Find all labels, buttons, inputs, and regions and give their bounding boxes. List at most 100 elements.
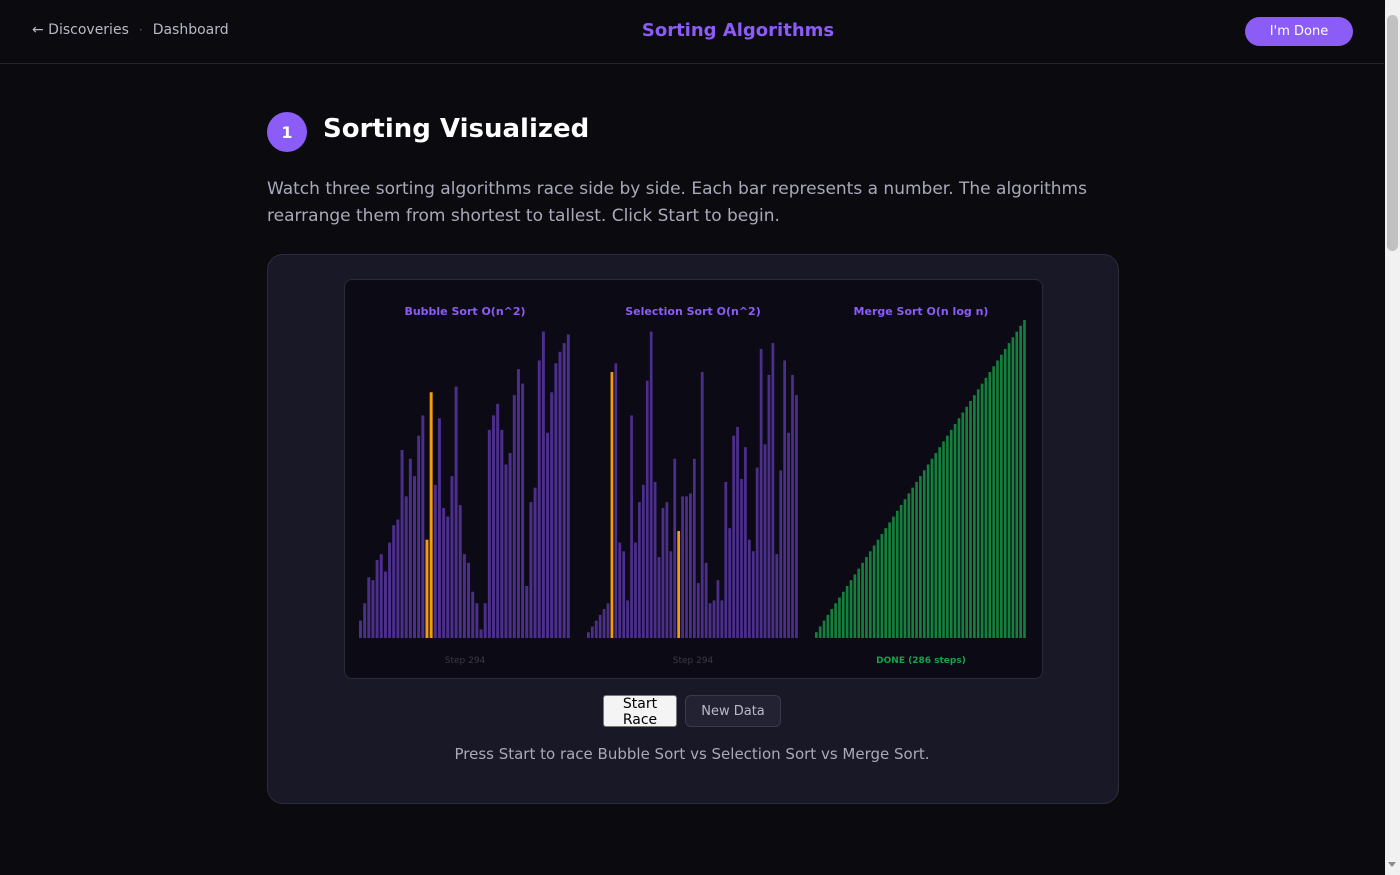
- merge-sort-bar: [826, 614, 830, 638]
- bubble-sort-bar: [529, 502, 533, 638]
- merge-sort-bar: [1023, 320, 1026, 638]
- merge-sort-bar: [980, 383, 984, 638]
- merge-sort-step-counter: DONE (286 steps): [876, 656, 966, 666]
- selection-sort-bar: [598, 614, 602, 638]
- selection-sort-bar: [720, 600, 724, 638]
- merge-sort-panel: Merge Sort O(n log n) DONE (286 steps): [815, 305, 1026, 666]
- selection-sort-bar: [783, 360, 787, 638]
- merge-sort-bar: [841, 591, 845, 638]
- bubble-sort-bar: [433, 484, 437, 638]
- bubble-sort-bar: [562, 343, 566, 638]
- merge-sort-bar: [926, 464, 930, 638]
- selection-sort-bar: [649, 331, 653, 638]
- selection-sort-bar: [614, 363, 618, 638]
- new-data-button[interactable]: New Data: [685, 695, 781, 727]
- selection-sort-bar: [747, 539, 751, 638]
- merge-sort-bar: [961, 412, 965, 638]
- merge-sort-bar: [911, 487, 915, 638]
- section-intro: Watch three sorting algorithms race side…: [267, 179, 1087, 226]
- merge-sort-bar: [865, 557, 868, 638]
- page-scrollbar[interactable]: [1385, 0, 1400, 875]
- selection-sort-bar: [716, 580, 720, 638]
- bubble-sort-bar: [413, 476, 416, 638]
- bubble-sort-bar: [367, 577, 371, 638]
- scroll-down-arrow-icon[interactable]: [1388, 862, 1396, 867]
- bubble-sort-bar: [558, 351, 562, 638]
- selection-sort-bar: [602, 609, 606, 638]
- merge-sort-bar: [861, 562, 864, 638]
- merge-sort-bar: [880, 533, 884, 638]
- bubble-sort-bar: [442, 507, 446, 638]
- bubble-sort-bar: [458, 505, 462, 638]
- merge-sort-bar: [969, 400, 972, 638]
- top-bar: ← Discoveries · Dashboard Sorting Algori…: [0, 0, 1384, 64]
- selection-sort-bar: [724, 481, 728, 638]
- selection-sort-step-counter: Step 294: [673, 656, 714, 666]
- selection-sort-bar: [740, 479, 743, 638]
- merge-sort-bar: [1000, 354, 1003, 638]
- bubble-sort-bar: [379, 554, 383, 638]
- selection-sort-bar: [700, 372, 704, 638]
- bubble-sort-bar: [500, 429, 504, 638]
- merge-sort-bar: [946, 435, 949, 638]
- selection-sort-panel: Selection Sort O(n^2) Step 294: [587, 305, 798, 666]
- selection-sort-bar: [712, 600, 716, 638]
- dashboard-link[interactable]: Dashboard: [153, 22, 229, 38]
- bubble-sort-bar: [363, 603, 367, 638]
- bubble-sort-bar: [479, 629, 483, 638]
- selection-sort-bar: [693, 458, 696, 638]
- merge-sort-bar: [853, 574, 857, 638]
- bubble-sort-bar: [516, 369, 520, 638]
- bubble-sort-bar: [408, 458, 412, 638]
- selection-sort-bar: [704, 562, 708, 638]
- merge-sort-bar: [934, 452, 938, 638]
- selection-sort-bar: [661, 507, 665, 638]
- merge-sort-bar: [930, 458, 934, 638]
- selection-sort-bar: [728, 528, 732, 638]
- selection-sort-bar: [751, 551, 755, 638]
- merge-sort-bar: [1019, 325, 1022, 638]
- selection-sort-bar: [657, 557, 661, 638]
- merge-sort-bar: [1007, 343, 1011, 638]
- merge-sort-bar: [876, 539, 880, 638]
- section-title: Sorting Visualized: [323, 114, 590, 144]
- selection-sort-bar: [653, 481, 657, 638]
- bubble-sort-bar: [504, 464, 508, 638]
- merge-sort-bar: [857, 568, 861, 638]
- status-message: Press Start to race Bubble Sort vs Selec…: [454, 745, 930, 763]
- scrollbar-thumb[interactable]: [1387, 15, 1398, 251]
- merge-sort-bar: [992, 366, 995, 638]
- bubble-sort-bar: [392, 525, 396, 638]
- selection-sort-bar: [606, 603, 610, 638]
- bubble-sort-bar: [371, 580, 375, 638]
- im-done-button[interactable]: I'm Done: [1245, 17, 1353, 46]
- selection-sort-bar: [744, 447, 747, 638]
- bubble-sort-bar: [375, 559, 379, 638]
- merge-sort-bar: [903, 499, 907, 638]
- bubble-sort-bar: [554, 363, 558, 638]
- selection-sort-bar: [696, 583, 700, 638]
- merge-sort-bar: [888, 522, 891, 638]
- bubble-sort-bar: [487, 429, 491, 638]
- selection-sort-bar: [767, 374, 771, 638]
- selection-sort-bar: [736, 426, 739, 638]
- selection-sort-bar: [594, 620, 598, 638]
- selection-sort-bar: [590, 626, 594, 638]
- bubble-sort-bar: [537, 360, 541, 638]
- selection-sort-bar: [677, 531, 681, 638]
- merge-sort-bar: [953, 424, 957, 638]
- merge-sort-bar: [1015, 331, 1019, 638]
- selection-sort-bar: [645, 380, 649, 638]
- merge-sort-bar: [984, 377, 988, 638]
- bubble-sort-bar: [425, 539, 429, 638]
- back-to-discoveries-link[interactable]: ← Discoveries: [32, 22, 129, 38]
- bubble-sort-bar: [429, 392, 433, 638]
- merge-sort-bar: [1011, 337, 1015, 638]
- merge-sort-bar: [872, 545, 876, 638]
- merge-sort-bar: [1003, 348, 1007, 638]
- merge-sort-bar: [899, 505, 903, 638]
- selection-sort-bar: [795, 395, 798, 638]
- start-race-button[interactable]: Start Race: [603, 695, 677, 728]
- selection-sort-bar: [622, 551, 626, 638]
- selection-sort-bar: [759, 348, 763, 638]
